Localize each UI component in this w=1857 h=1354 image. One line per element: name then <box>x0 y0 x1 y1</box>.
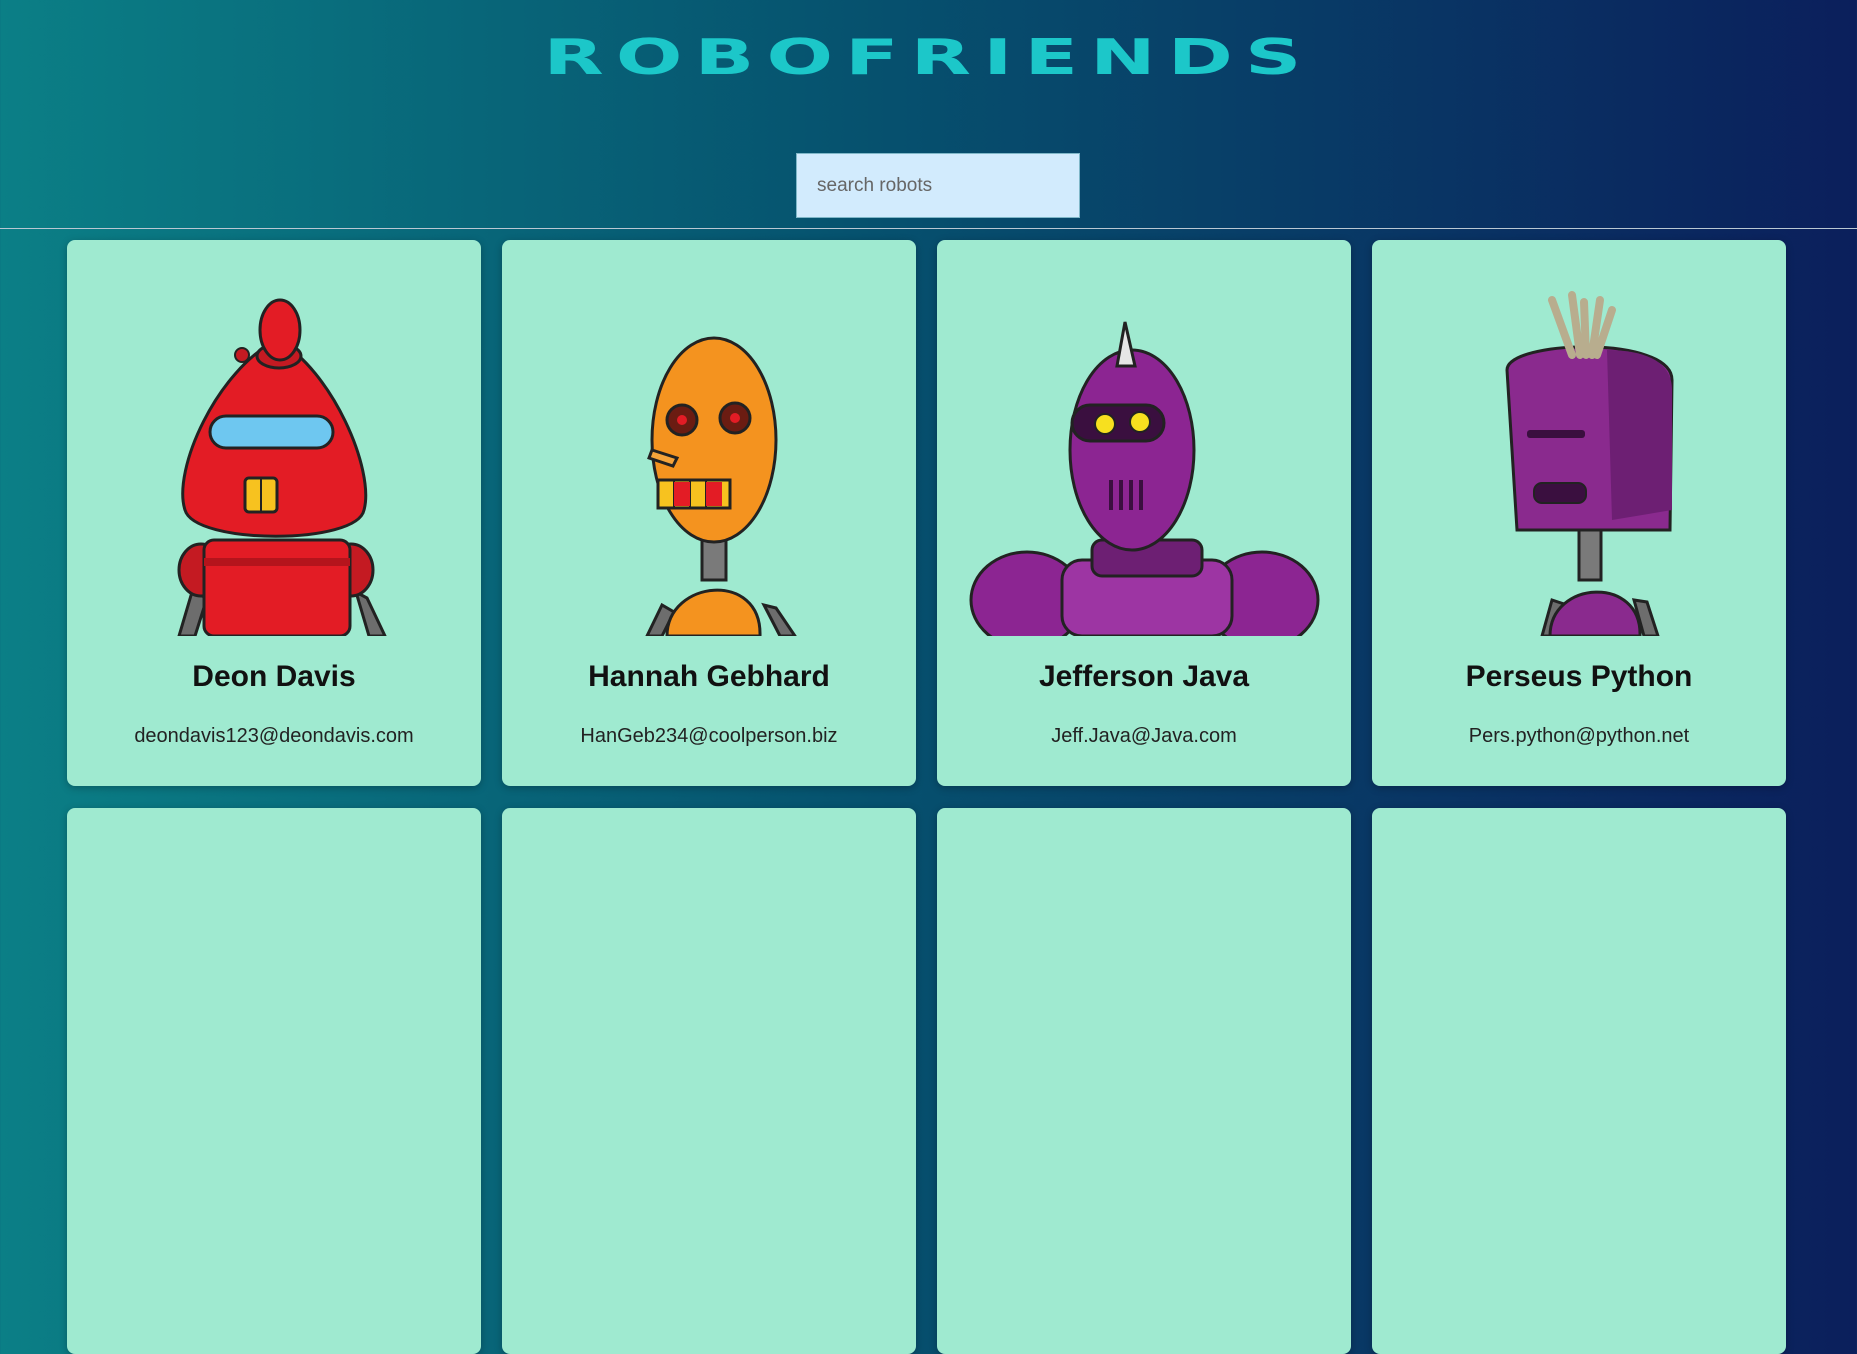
robot-card[interactable] <box>67 808 481 1354</box>
header-divider <box>0 228 1857 229</box>
header: ROBOFRIENDS <box>0 0 1857 228</box>
robot-card[interactable]: Deon Davis deondavis123@deondavis.com <box>67 240 481 786</box>
robot-email: deondavis123@deondavis.com <box>134 725 414 747</box>
robot-name: Jefferson Java <box>1038 660 1250 693</box>
page-title: ROBOFRIENDS <box>543 28 1314 86</box>
robot-email: Jeff.Java@Java.com <box>1051 725 1237 747</box>
robot-card[interactable] <box>937 808 1351 1354</box>
robot-card[interactable]: Hannah Gebhard HanGeb234@coolperson.biz <box>502 240 916 786</box>
robot-image <box>645 336 797 636</box>
robot-image <box>1505 291 1674 636</box>
robot-card[interactable] <box>1372 808 1786 1354</box>
robot-name: Deon Davis <box>192 660 356 693</box>
robot-image <box>969 321 1320 636</box>
robot-email: HanGeb234@coolperson.biz <box>580 725 838 747</box>
robot-image <box>177 298 387 636</box>
robot-email: Pers.python@python.net <box>1468 725 1690 747</box>
robot-card[interactable]: Jefferson Java Jeff.Java@Java.com <box>937 240 1351 786</box>
robot-card[interactable] <box>502 808 916 1354</box>
robot-card[interactable]: Perseus Python Pers.python@python.net <box>1372 240 1786 786</box>
search-input[interactable] <box>796 153 1080 218</box>
robot-name: Perseus Python <box>1465 660 1693 693</box>
robot-name: Hannah Gebhard <box>588 660 830 693</box>
